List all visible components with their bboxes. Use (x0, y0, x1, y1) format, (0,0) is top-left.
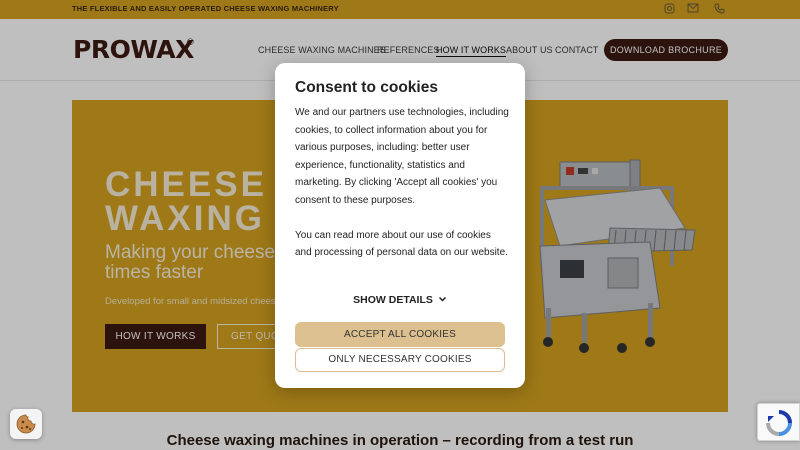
cookie-settings-widget[interactable] (10, 409, 42, 439)
cookie-icon (16, 414, 36, 434)
only-necessary-cookies-button[interactable]: ONLY NECESSARY COOKIES (295, 348, 505, 372)
cookie-consent-dialog: Consent to cookies We and our partners u… (275, 63, 525, 388)
recaptcha-badge[interactable] (757, 403, 800, 441)
show-details-label: SHOW DETAILS (353, 294, 433, 306)
chevron-down-icon (438, 296, 446, 302)
recaptcha-icon (766, 410, 792, 436)
dialog-paragraph-1: We and our partners use technologies, in… (295, 107, 509, 206)
accept-all-cookies-button[interactable]: ACCEPT ALL COOKIES (295, 322, 505, 347)
dialog-paragraph-2: You can read more about our use of cooki… (295, 229, 508, 259)
dialog-body: We and our partners use technologies, in… (295, 104, 510, 262)
dialog-title: Consent to cookies (295, 79, 438, 96)
show-details-toggle[interactable]: SHOW DETAILS (275, 294, 525, 306)
